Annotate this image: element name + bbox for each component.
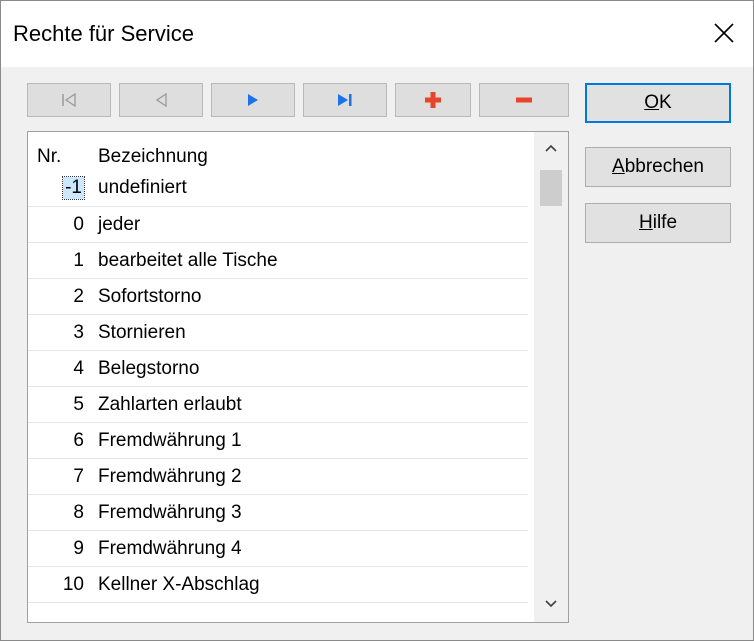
nav-next-button[interactable] — [211, 83, 295, 117]
rights-list[interactable]: Nr. Bezeichnung -1 undefiniert 0 jeder 1… — [27, 131, 569, 623]
last-record-icon — [338, 94, 352, 106]
window-title: Rechte für Service — [13, 21, 194, 46]
nav-insert-button[interactable] — [395, 83, 471, 117]
list-header: Nr. Bezeichnung — [28, 140, 528, 170]
list-row[interactable]: 7 Fremdwährung 2 — [28, 458, 528, 494]
help-button[interactable]: Hilfe — [585, 203, 731, 243]
row-nr: 0 — [73, 214, 84, 235]
help-label: ilfe — [652, 212, 678, 233]
row-bezeichnung: jeder — [98, 214, 141, 235]
row-nr: 6 — [73, 430, 84, 451]
nav-last-button[interactable] — [303, 83, 387, 117]
row-bezeichnung: bearbeitet alle Tische — [98, 250, 278, 271]
nav-first-button[interactable] — [27, 83, 111, 117]
list-row[interactable]: 3 Stornieren — [28, 314, 528, 350]
list-row[interactable]: 5 Zahlarten erlaubt — [28, 386, 528, 422]
cancel-mnemonic: A — [612, 156, 625, 177]
list-row[interactable]: -1 undefiniert — [28, 170, 528, 206]
list-row-empty — [28, 602, 528, 638]
scroll-up-button[interactable] — [534, 132, 568, 166]
row-nr: 2 — [73, 286, 84, 307]
cancel-label: bbrechen — [624, 156, 704, 177]
row-bezeichnung: Sofortstorno — [98, 286, 202, 307]
row-bezeichnung: Kellner X-Abschlag — [98, 574, 260, 595]
column-header-bezeichnung[interactable]: Bezeichnung — [98, 146, 208, 168]
prior-record-icon — [155, 93, 167, 107]
row-nr: -1 — [62, 176, 85, 200]
dialog-window: Rechte für Service Nr. Bezeichnung -1 un… — [0, 0, 754, 641]
ok-label: K — [659, 92, 672, 113]
list-rows: -1 undefiniert 0 jeder 1 bearbeitet alle… — [28, 170, 528, 638]
row-bezeichnung: Belegstorno — [98, 358, 200, 379]
row-nr: 4 — [73, 358, 84, 379]
help-mnemonic: H — [638, 212, 653, 233]
row-nr: 1 — [73, 250, 84, 271]
row-nr: 9 — [73, 538, 84, 559]
cancel-button[interactable]: Abbrechen — [585, 147, 731, 187]
row-nr: 7 — [73, 466, 84, 487]
column-header-nr[interactable]: Nr. — [37, 146, 61, 168]
next-record-icon — [248, 94, 258, 106]
first-record-icon — [62, 93, 76, 107]
ok-button[interactable]: OK — [585, 83, 731, 123]
nav-prior-button[interactable] — [119, 83, 203, 117]
plus-icon — [425, 92, 441, 108]
ok-mnemonic: O — [644, 92, 660, 113]
row-nr: 10 — [62, 574, 84, 595]
nav-delete-button[interactable] — [479, 83, 569, 117]
chevron-up-icon — [545, 144, 557, 152]
minus-icon — [516, 97, 532, 103]
list-row[interactable]: 10 Kellner X-Abschlag — [28, 566, 528, 602]
list-row[interactable]: 1 bearbeitet alle Tische — [28, 242, 528, 278]
row-bezeichnung: Fremdwährung 3 — [98, 502, 242, 523]
list-row[interactable]: 2 Sofortstorno — [28, 278, 528, 314]
chevron-down-icon — [545, 600, 557, 608]
list-row[interactable]: 6 Fremdwährung 1 — [28, 422, 528, 458]
row-bezeichnung: undefiniert — [98, 177, 187, 198]
row-bezeichnung: Stornieren — [98, 322, 186, 343]
row-bezeichnung: Fremdwährung 4 — [98, 538, 242, 559]
title-bar: Rechte für Service — [1, 1, 753, 67]
row-bezeichnung: Fremdwährung 1 — [98, 430, 242, 451]
list-row[interactable]: 0 jeder — [28, 206, 528, 242]
row-nr: 5 — [73, 394, 84, 415]
vertical-scrollbar[interactable] — [534, 132, 568, 622]
scroll-thumb[interactable] — [540, 170, 562, 206]
close-icon — [714, 23, 734, 43]
scroll-down-button[interactable] — [534, 588, 568, 622]
list-row[interactable]: 4 Belegstorno — [28, 350, 528, 386]
row-bezeichnung: Zahlarten erlaubt — [98, 394, 242, 415]
row-bezeichnung: Fremdwährung 2 — [98, 466, 242, 487]
close-button[interactable] — [693, 1, 753, 67]
row-nr: 8 — [73, 502, 84, 523]
list-row[interactable]: 9 Fremdwährung 4 — [28, 530, 528, 566]
list-row[interactable]: 8 Fremdwährung 3 — [28, 494, 528, 530]
row-nr: 3 — [73, 322, 84, 343]
